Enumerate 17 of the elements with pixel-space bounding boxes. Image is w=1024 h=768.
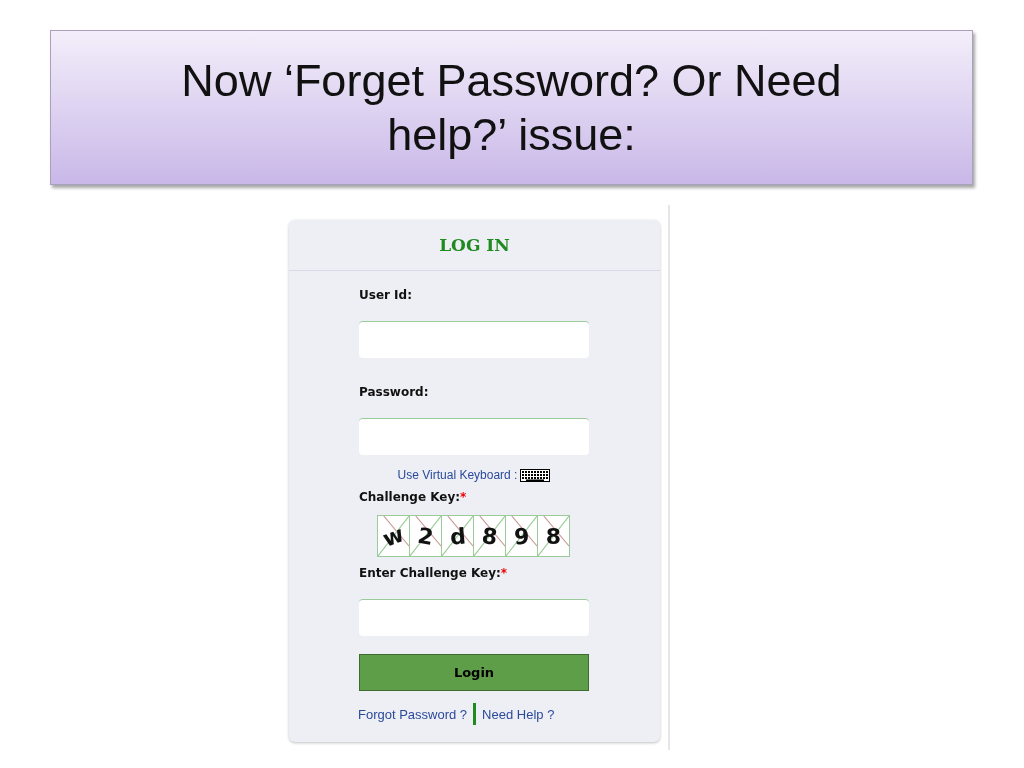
- field-label: User Id:: [359, 288, 412, 302]
- forgot-password-link[interactable]: Forgot Password ?: [358, 706, 468, 722]
- captcha-image: w 2 d 8 9 8: [377, 515, 570, 557]
- slide-title: Now ‘Forget Password? Or Need help?’ issue:: [180, 53, 843, 162]
- keyboard-icon[interactable]: [520, 468, 551, 482]
- field-label: Challenge Key:: [359, 490, 461, 504]
- input-field[interactable]: [359, 599, 589, 636]
- login-heading: LOG IN: [439, 235, 510, 255]
- field-label: Password:: [359, 385, 429, 399]
- virtual-keyboard-link[interactable]: Use Virtual Keyboard :: [397, 468, 518, 482]
- input-field[interactable]: [359, 321, 589, 358]
- need-help-link[interactable]: Need Help ?: [482, 706, 555, 722]
- field-label: Enter Challenge Key:: [359, 566, 501, 580]
- required-mark: *: [460, 490, 467, 504]
- input-field[interactable]: [359, 418, 589, 455]
- login-button[interactable]: Login: [359, 654, 589, 691]
- required-mark: *: [500, 566, 508, 580]
